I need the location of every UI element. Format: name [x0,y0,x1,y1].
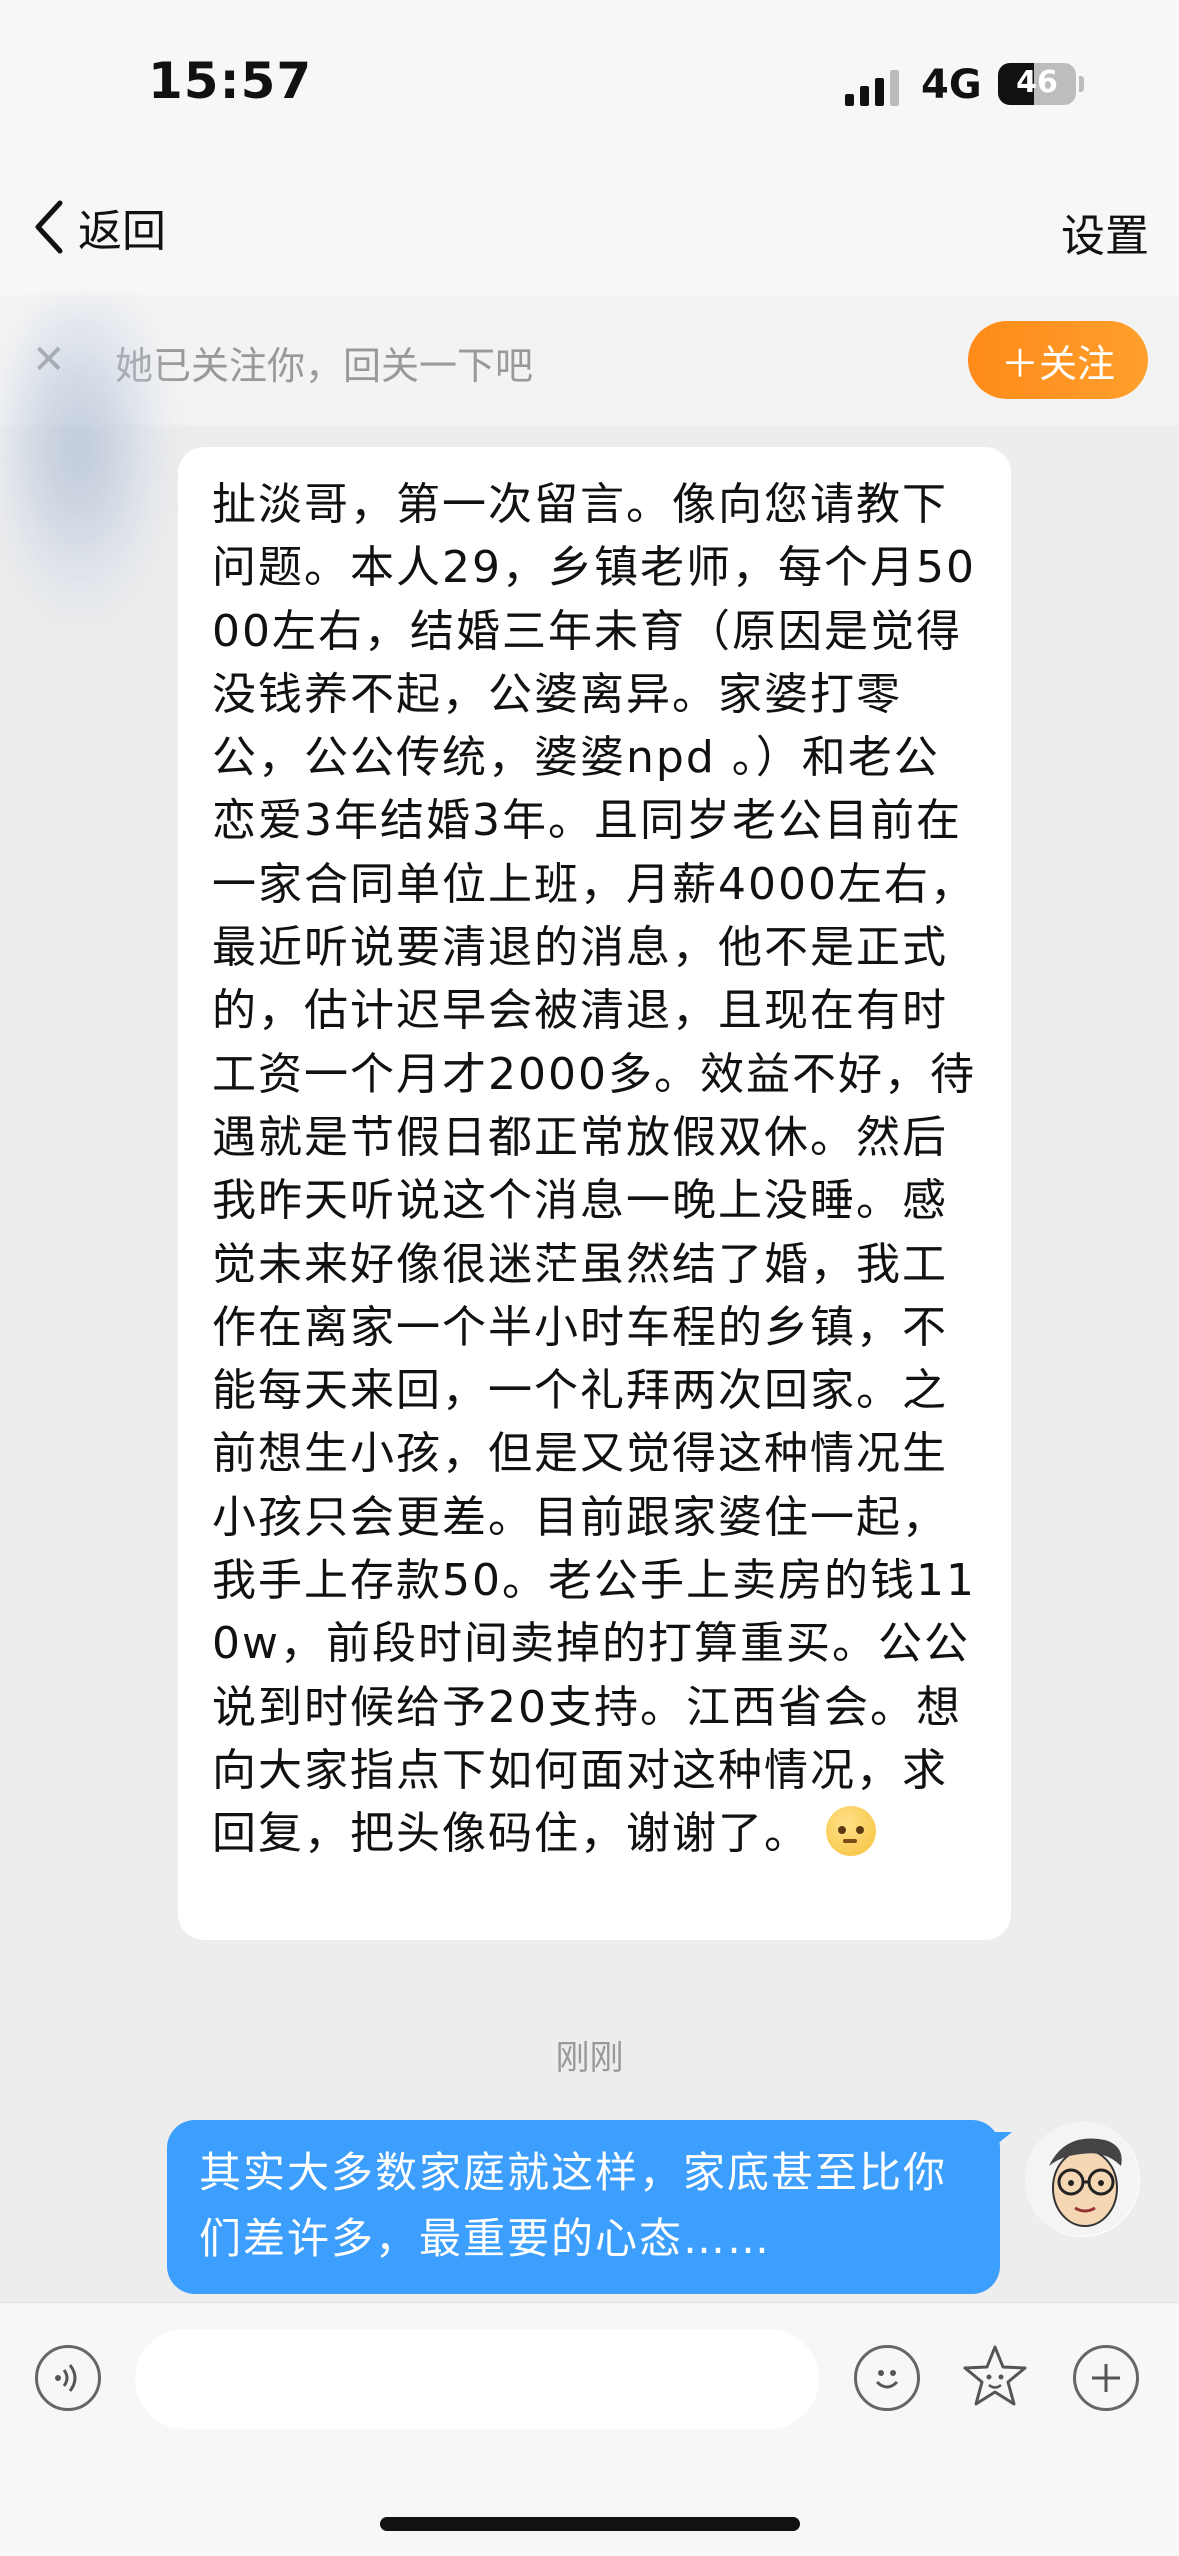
bubble-tail [990,2132,1012,2150]
voice-icon[interactable] [35,2345,101,2411]
home-indicator [380,2517,800,2531]
follow-button[interactable]: ＋关注 [968,321,1148,399]
outgoing-message-bubble[interactable]: 其实大多数家庭就这样，家底甚至比你们差许多，最重要的心态…… [167,2120,1000,2294]
battery-icon: 46 [998,63,1076,105]
status-time: 15:57 [148,52,313,110]
back-button[interactable]: 返回 [30,195,166,259]
settings-button[interactable]: 设置 [1061,200,1149,264]
incoming-message-text: 扯淡哥，第一次留言。像向您请教下问题。本人29，乡镇老师，每个月5000左右，结… [212,479,976,1860]
network-type: 4G [921,62,982,108]
message-timestamp: 刚刚 [555,2038,624,2078]
cartoon-avatar-icon [1025,2122,1139,2236]
incoming-message-bubble[interactable]: 扯淡哥，第一次留言。像向您请教下问题。本人29，乡镇老师，每个月5000左右，结… [178,447,1011,1940]
battery-tip [1079,76,1084,92]
input-bar [0,2302,1179,2556]
follow-banner-text: 她已关注你，回关一下吧 [115,344,534,388]
battery-level: 46 [1016,65,1058,100]
emoji-icon[interactable] [854,2345,920,2411]
message-input[interactable] [135,2329,819,2429]
sticker-icon[interactable] [958,2341,1032,2415]
signal-icon [845,66,899,106]
plus-icon[interactable] [1073,2345,1139,2411]
sender-avatar[interactable] [0,300,175,630]
outgoing-message-text: 其实大多数家庭就这样，家底甚至比你们差许多，最重要的心态…… [199,2148,948,2263]
pleading-face-emoji-icon [826,1806,876,1857]
my-avatar[interactable] [1025,2122,1140,2237]
chevron-left-icon [35,200,63,254]
header: 15:57 4G 46 返回 设置 [0,0,1179,295]
back-label: 返回 [78,206,166,257]
follow-banner: ✕ 她已关注你，回关一下吧 ＋关注 [0,295,1179,425]
